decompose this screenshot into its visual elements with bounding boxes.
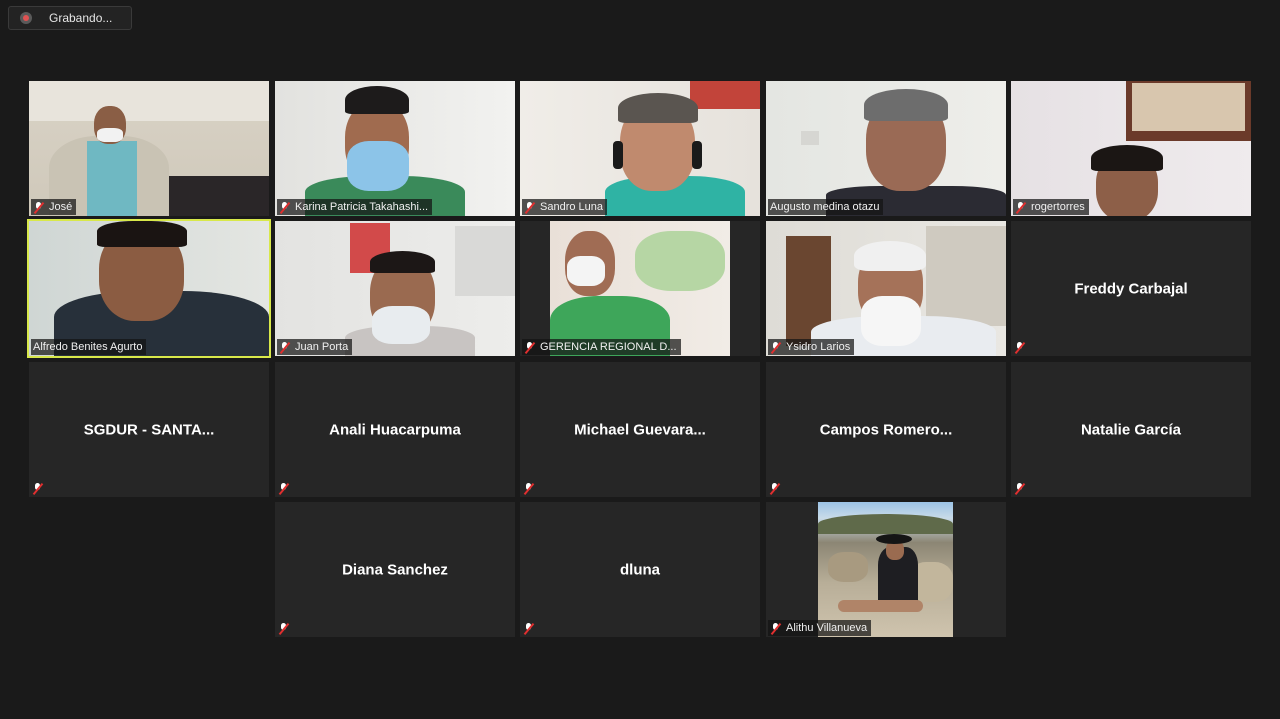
mic-muted-icon [278, 622, 290, 636]
video-tile-michael[interactable]: Michael Guevara... [520, 362, 760, 497]
mic-muted-icon [523, 482, 535, 496]
participant-name: Campos Romero... [819, 421, 953, 438]
participant-name-label: Ysidro Larios [768, 339, 855, 355]
mic-muted-icon [1014, 482, 1026, 496]
participant-video [550, 221, 730, 356]
participant-name-label: rogertorres [1013, 199, 1089, 215]
mic-muted-icon [524, 201, 536, 214]
video-tile-sandro[interactable]: Sandro Luna [520, 81, 760, 216]
recording-indicator[interactable]: Grabando... [8, 6, 132, 30]
participant-name: SGDUR - SANTA... [83, 421, 215, 438]
video-tile-alfredo[interactable]: Alfredo Benites Agurto [27, 219, 271, 358]
participant-name: Alfredo Benites Agurto [33, 341, 143, 353]
participant-name-label: Augusto medina otazu [768, 199, 884, 215]
participant-name: José [49, 201, 73, 213]
video-tile-freddy[interactable]: Freddy Carbajal [1011, 221, 1251, 356]
participant-name-label: Sandro Luna [522, 199, 607, 215]
participant-video [1011, 81, 1251, 216]
participant-name: Alithu Villanueva [786, 622, 868, 634]
participant-name: Natalie García [1080, 421, 1182, 438]
mic-muted-icon [32, 482, 44, 496]
participant-name: Karina Patricia Takahashi... [295, 201, 429, 213]
video-tile-juan[interactable]: Juan Porta [275, 221, 515, 356]
video-tile-natalie[interactable]: Natalie García [1011, 362, 1251, 497]
participant-video [520, 81, 760, 216]
mic-muted-icon [770, 622, 782, 635]
participant-name-label: Juan Porta [277, 339, 353, 355]
participant-name: dluna [620, 561, 660, 578]
participant-photo [818, 502, 953, 637]
video-tile-rogertorres[interactable]: rogertorres [1011, 81, 1251, 216]
participant-video [29, 221, 269, 356]
video-tile-anali[interactable]: Anali Huacarpuma [275, 362, 515, 497]
record-icon [20, 12, 32, 24]
participant-name: rogertorres [1031, 201, 1085, 213]
video-tile-alithu[interactable]: Alithu Villanueva [766, 502, 1006, 637]
participant-name-label: José [31, 199, 77, 215]
recording-label: Grabando... [49, 11, 113, 25]
participant-video [29, 81, 269, 216]
participant-name: GERENCIA REGIONAL D... [540, 341, 677, 353]
video-tile-sgdur[interactable]: SGDUR - SANTA... [29, 362, 269, 497]
video-tile-jose[interactable]: José [29, 81, 269, 216]
participant-name: Anali Huacarpuma [329, 421, 461, 438]
mic-muted-icon [279, 341, 291, 354]
participant-name-label: Karina Patricia Takahashi... [277, 199, 433, 215]
mic-muted-icon [524, 341, 536, 354]
participant-name-label: Alithu Villanueva [768, 620, 872, 636]
participant-video [275, 81, 515, 216]
participant-video [766, 81, 1006, 216]
participant-name: Sandro Luna [540, 201, 603, 213]
mic-muted-icon [1014, 341, 1026, 355]
participant-name: Diana Sanchez [342, 561, 448, 578]
video-tile-diana[interactable]: Diana Sanchez [275, 502, 515, 637]
video-tile-campos[interactable]: Campos Romero... [766, 362, 1006, 497]
video-tile-gerencia[interactable]: GERENCIA REGIONAL D... [520, 221, 760, 356]
participant-name: Michael Guevara... [574, 421, 706, 438]
participant-name-label: GERENCIA REGIONAL D... [522, 339, 681, 355]
participant-video [766, 221, 1006, 356]
participant-name-label: Alfredo Benites Agurto [31, 339, 147, 355]
video-tile-karina[interactable]: Karina Patricia Takahashi... [275, 81, 515, 216]
participant-name: Juan Porta [295, 341, 349, 353]
participant-name: Freddy Carbajal [1074, 280, 1188, 297]
mic-muted-icon [770, 341, 782, 354]
video-tile-augusto[interactable]: Augusto medina otazu [766, 81, 1006, 216]
video-tile-ysidro[interactable]: Ysidro Larios [766, 221, 1006, 356]
mic-muted-icon [523, 622, 535, 636]
video-tile-dluna[interactable]: dluna [520, 502, 760, 637]
participant-video [275, 221, 515, 356]
mic-muted-icon [1015, 201, 1027, 214]
mic-muted-icon [33, 201, 45, 214]
mic-muted-icon [279, 201, 291, 214]
mic-muted-icon [769, 482, 781, 496]
mic-muted-icon [278, 482, 290, 496]
participant-name: Augusto medina otazu [770, 201, 880, 213]
participant-name: Ysidro Larios [786, 341, 851, 353]
